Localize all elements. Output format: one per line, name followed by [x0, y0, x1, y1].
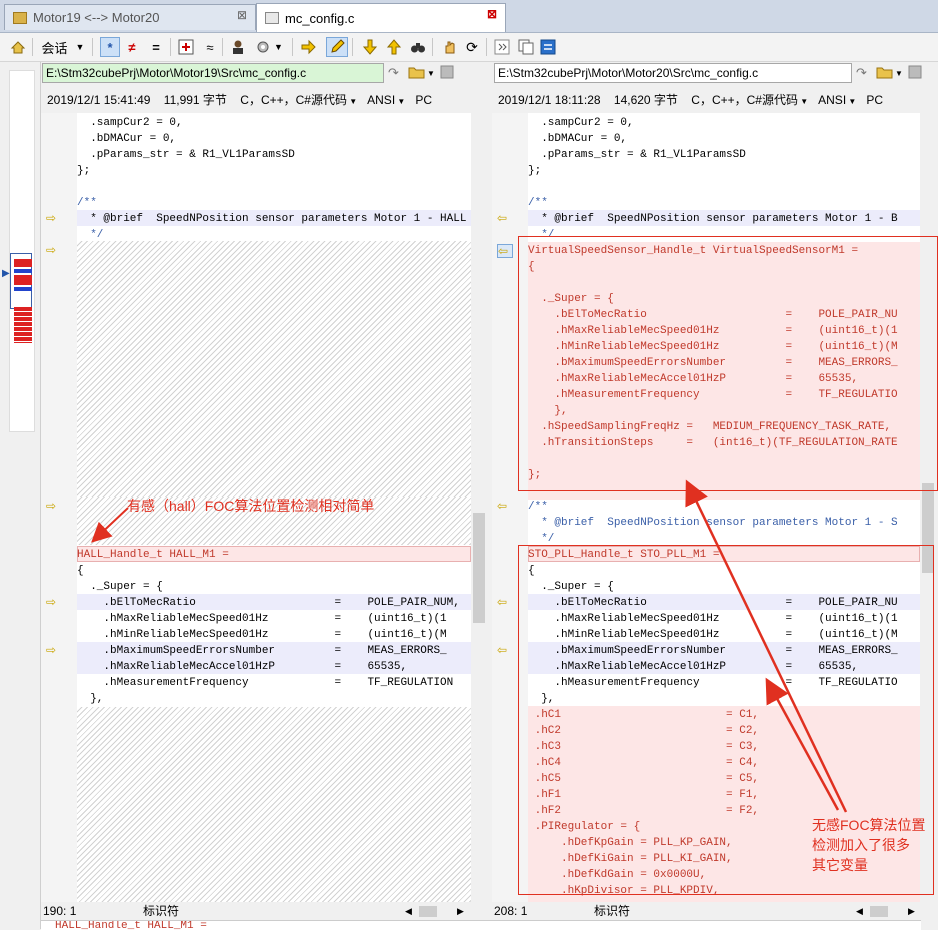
scroll-right-icon[interactable]: ▶ — [457, 903, 464, 920]
status-mode: 标识符 — [143, 904, 180, 918]
cursor-position: 208: 1 — [494, 904, 528, 918]
scroll-right-icon[interactable]: ▶ — [908, 903, 915, 920]
scroll-left-icon[interactable]: ◀ — [856, 903, 863, 920]
left-status-bar: 190: 1 标识符 ◀ ▶ — [41, 903, 471, 920]
status-mode: 标识符 — [594, 904, 631, 918]
right-status-bar: 208: 1 标识符 ◀ ▶ — [492, 903, 922, 920]
annotation-arrows — [91, 479, 848, 813]
cursor-position: 190: 1 — [43, 904, 77, 918]
h-scroll-thumb[interactable] — [419, 906, 437, 917]
scroll-left-icon[interactable]: ◀ — [405, 903, 412, 920]
h-scroll-thumb[interactable] — [870, 906, 888, 917]
